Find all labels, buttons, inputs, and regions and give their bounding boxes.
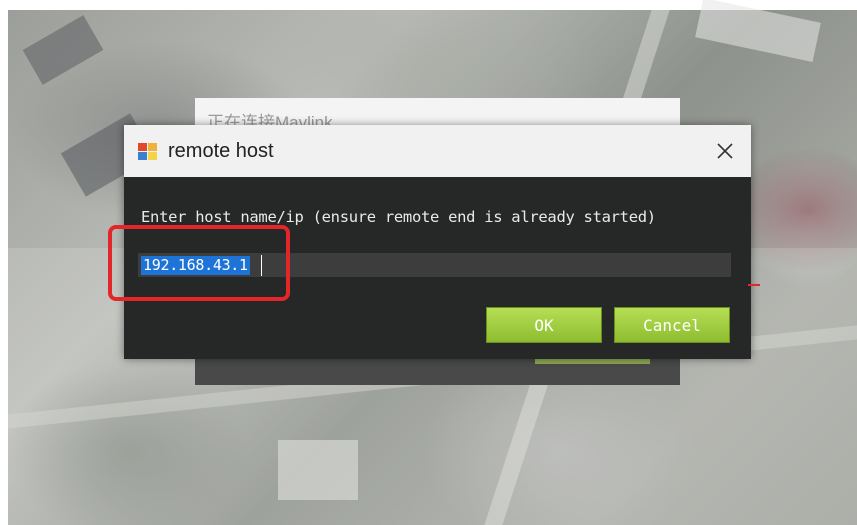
cancel-button[interactable]: Cancel <box>614 307 730 343</box>
dialog-title: remote host <box>168 140 274 162</box>
red-map-marker <box>748 284 760 286</box>
close-icon[interactable] <box>713 139 737 163</box>
cancel-button-label: Cancel <box>643 315 701 335</box>
red-highlight-annotation <box>108 225 290 301</box>
map-building <box>695 0 821 63</box>
ok-button[interactable]: OK <box>486 307 602 343</box>
app-icon <box>137 141 159 161</box>
host-prompt-label: Enter host name/ip (ensure remote end is… <box>141 208 656 226</box>
ok-button-label: OK <box>534 315 554 335</box>
map-building <box>22 15 104 85</box>
dialog-titlebar: remote host <box>124 125 751 177</box>
background-dialog-titlebar: 正在连接Mavlink <box>195 98 680 132</box>
